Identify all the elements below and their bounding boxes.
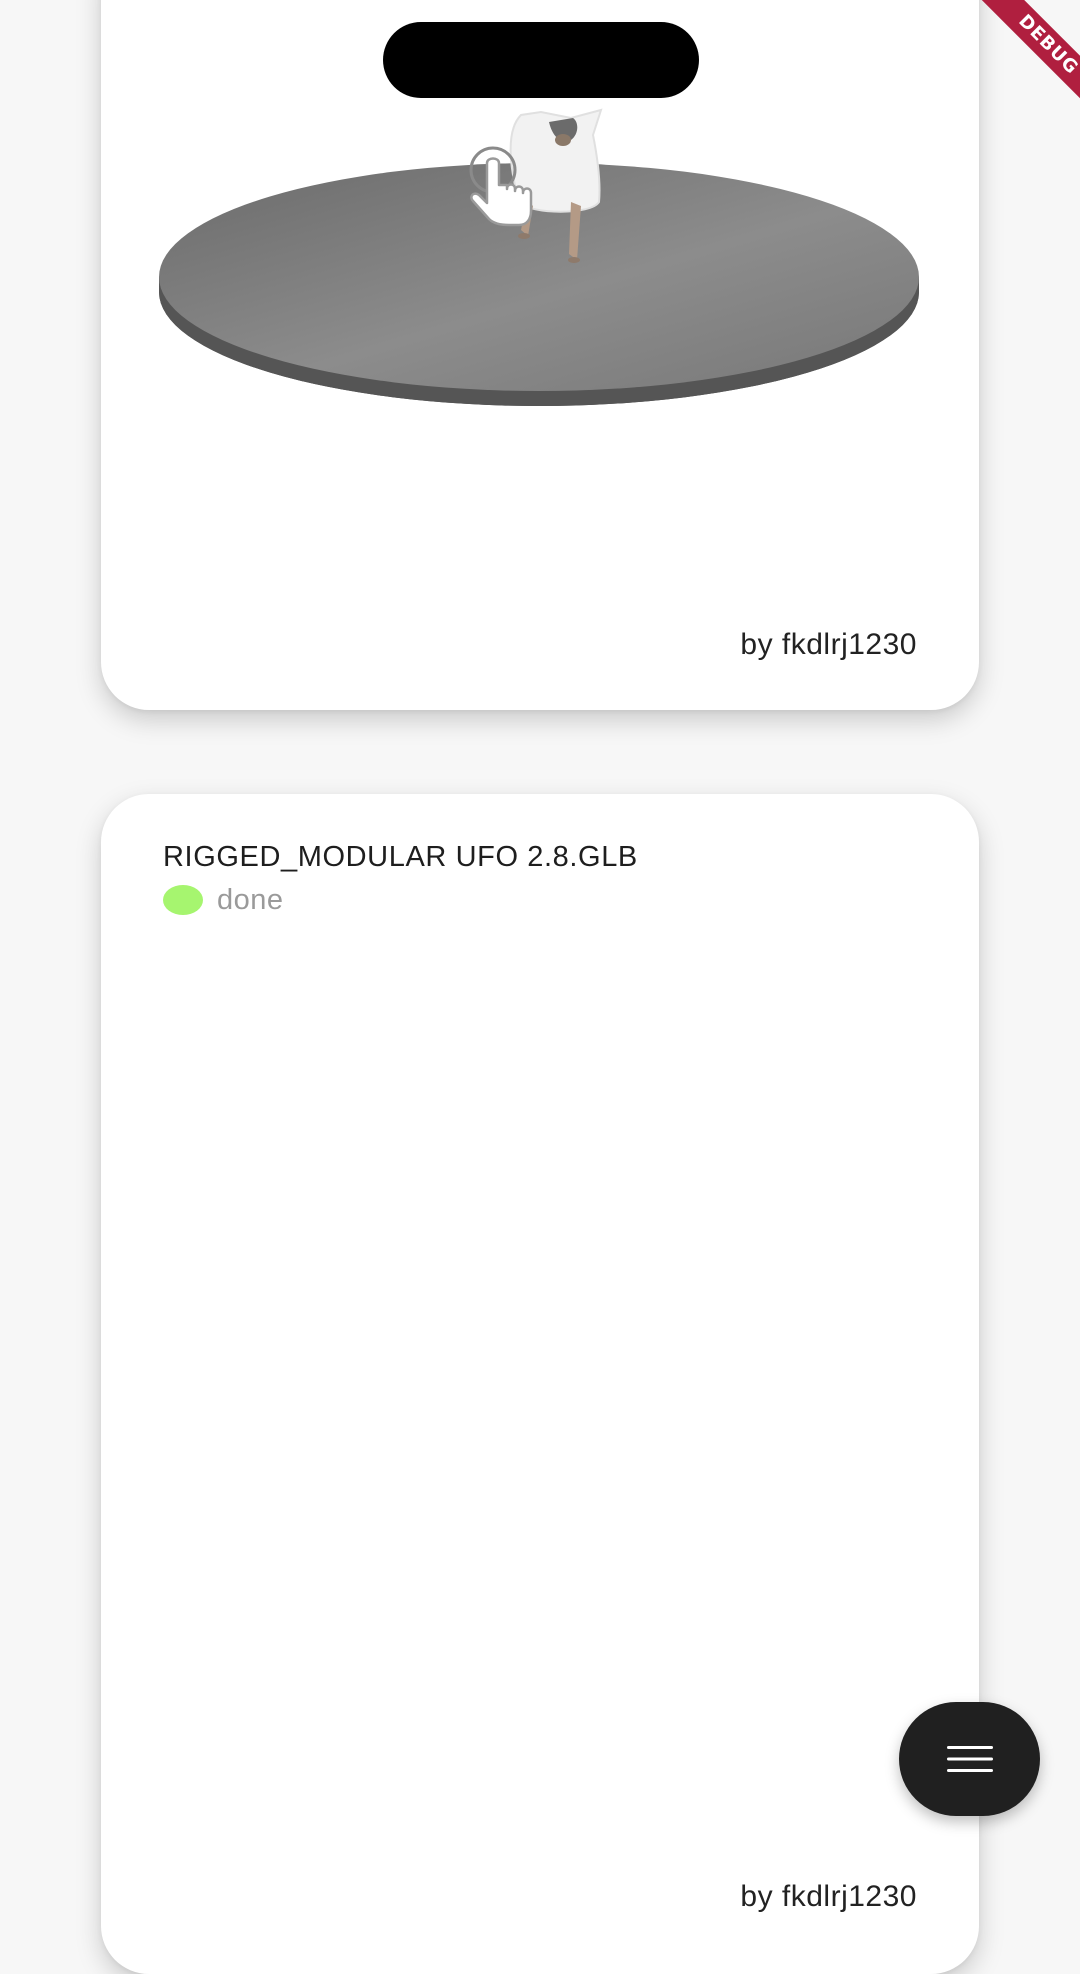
status-row: done	[163, 884, 284, 916]
camera-cutout	[383, 22, 699, 98]
status-dot-icon	[163, 885, 203, 915]
status-label: done	[217, 883, 284, 916]
model-card-1[interactable]: by fkdlrj1230	[101, 0, 979, 710]
menu-icon	[946, 1746, 993, 1772]
model-viewer[interactable]	[101, 0, 979, 460]
model-card-2[interactable]: RIGGED_MODULAR UFO 2.8.GLB done by fkdlr…	[101, 794, 979, 1974]
menu-fab-button[interactable]	[899, 1702, 1040, 1816]
debug-banner-label: DEBUG	[973, 0, 1080, 120]
author-label: by fkdlrj1230	[740, 628, 917, 661]
author-label: by fkdlrj1230	[740, 1880, 917, 1913]
model-title: RIGGED_MODULAR UFO 2.8.GLB	[163, 841, 638, 873]
